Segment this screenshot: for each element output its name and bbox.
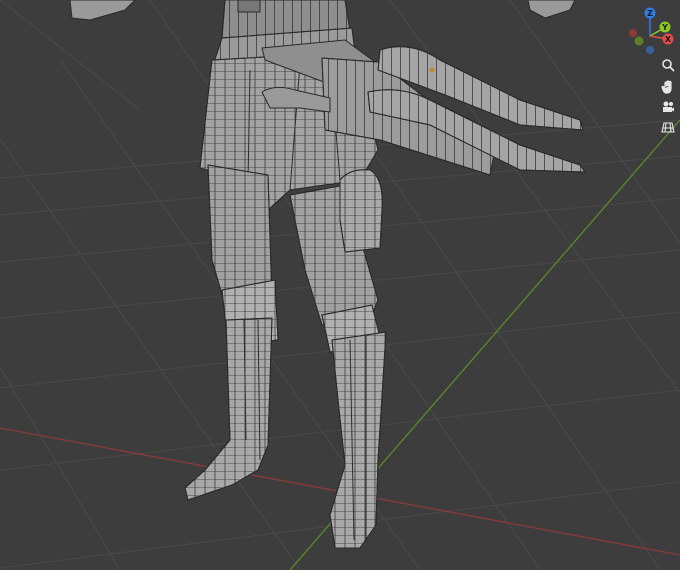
pan-hand-icon: [661, 80, 672, 94]
camera-view-button[interactable]: [658, 98, 678, 116]
3d-viewport[interactable]: Z Y X: [0, 0, 680, 570]
camera-view-icon: [663, 101, 674, 112]
navigation-gizmo[interactable]: Z Y X: [622, 6, 678, 60]
right-hand-mesh: [527, 0, 576, 19]
gizmo-y-label: Y: [661, 23, 668, 32]
left-hand-mesh: [69, 0, 136, 21]
perspective-grid-icon: [661, 122, 675, 133]
belt-buckle: [237, 0, 261, 13]
gizmo-neg-z[interactable]: [646, 46, 654, 54]
pan-button[interactable]: [658, 78, 678, 96]
gizmo-x-label: X: [665, 35, 672, 44]
gizmo-neg-y[interactable]: [634, 36, 644, 46]
perspective-toggle-button[interactable]: [658, 118, 678, 136]
zoom-button[interactable]: [658, 56, 678, 74]
gizmo-neg-x[interactable]: [629, 29, 637, 37]
viewport-scene[interactable]: [0, 0, 680, 570]
zoom-icon: [662, 59, 675, 72]
gizmo-z-label: Z: [647, 9, 653, 18]
gear-rivet: [429, 67, 435, 73]
character-mesh[interactable]: [69, 0, 586, 549]
